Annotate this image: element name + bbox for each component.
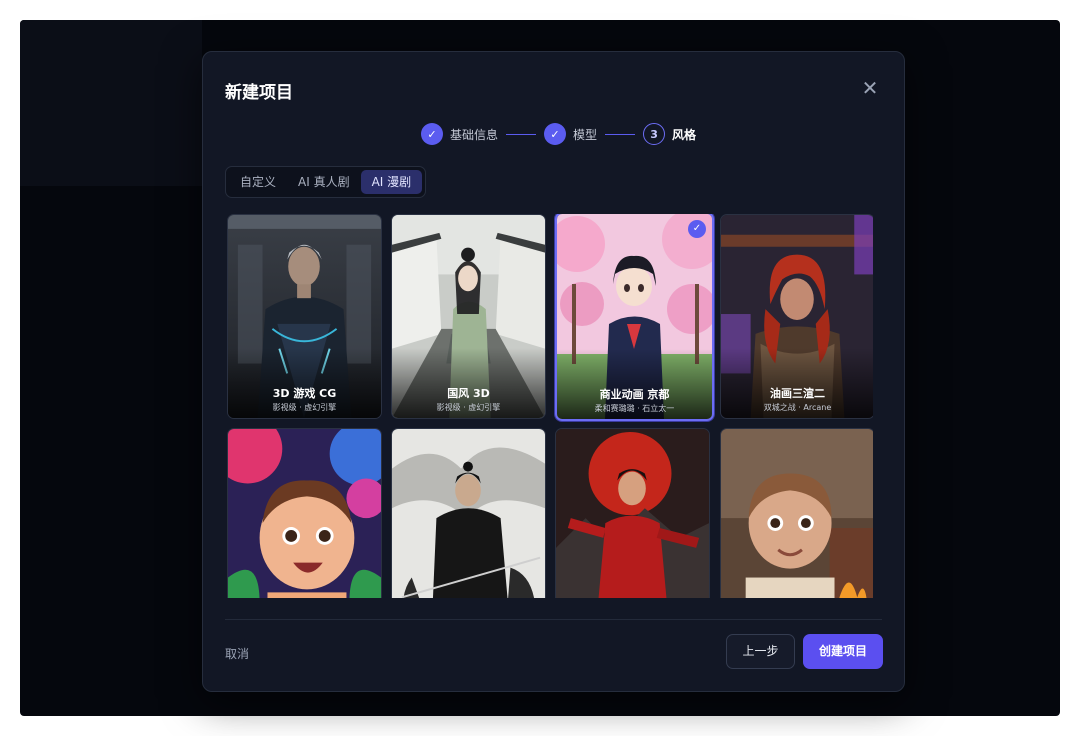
style-preview-image <box>721 429 873 598</box>
footer-divider <box>225 619 882 620</box>
create-project-button[interactable]: 创建项目 <box>803 634 883 669</box>
style-card-guofeng-3d[interactable]: 国风 3D 影视级 · 虚幻引擎 <box>391 214 546 419</box>
style-card-5[interactable] <box>227 428 382 598</box>
tab-ai-comic[interactable]: AI 漫剧 <box>360 170 423 194</box>
style-card-subtitle: 影视级 · 虚幻引擎 <box>272 403 337 412</box>
step-label: 模型 <box>573 127 598 142</box>
cancel-button[interactable]: 取消 <box>225 645 249 662</box>
style-card-7[interactable] <box>555 428 710 598</box>
style-preview-image <box>556 429 709 598</box>
step-check-icon: ✓ <box>544 123 567 145</box>
step-label: 风格 <box>672 127 697 142</box>
stepper: ✓ 基础信息 ✓ 模型 3 风格 <box>421 122 696 146</box>
style-grid: 3D 游戏 CG 影视级 · 虚幻引擎 国风 3D 影视级 · 虚幻引擎 ✓ 商… <box>227 214 873 598</box>
step-connector <box>506 133 537 135</box>
background-panel <box>20 20 202 186</box>
step-basic-info: ✓ 基础信息 <box>421 123 498 145</box>
step-connector <box>605 133 636 135</box>
step-label: 基础信息 <box>450 127 499 142</box>
close-icon[interactable]: ✕ <box>860 78 880 98</box>
dialog-title: 新建项目 <box>225 83 293 103</box>
style-preview-image <box>228 429 381 598</box>
step-style: 3 风格 <box>643 123 696 145</box>
style-card-title: 国风 3D <box>447 387 490 400</box>
style-card-subtitle: 柔和赛璐璐 · 石立太一 <box>594 404 675 413</box>
style-card-oil-painting-cel[interactable]: 油画三渲二 双城之战 · Arcane <box>720 214 873 419</box>
style-card-title: 3D 游戏 CG <box>272 387 337 400</box>
style-card-subtitle: 双城之战 · Arcane <box>763 403 832 412</box>
style-preview-image <box>392 429 545 598</box>
style-card-subtitle: 影视级 · 虚幻引擎 <box>436 403 501 412</box>
style-card-6[interactable] <box>391 428 546 598</box>
previous-step-button[interactable]: 上一步 <box>726 634 795 669</box>
category-tabs: 自定义 AI 真人剧 AI 漫剧 <box>225 166 427 198</box>
tab-ai-live-action[interactable]: AI 真人剧 <box>287 170 361 194</box>
style-card-8[interactable] <box>720 428 873 598</box>
style-card-title: 油画三渲二 <box>770 387 825 400</box>
step-number: 3 <box>643 123 666 145</box>
new-project-dialog: 新建项目 ✕ ✓ 基础信息 ✓ 模型 3 风格 自定义 AI 真人剧 AI 漫剧 <box>202 51 905 692</box>
selected-check-icon: ✓ <box>688 220 706 238</box>
style-card-kyoto-animation[interactable]: ✓ 商业动画 京都 柔和赛璐璐 · 石立太一 <box>555 214 714 421</box>
step-check-icon: ✓ <box>421 123 443 145</box>
tab-custom[interactable]: 自定义 <box>229 170 287 194</box>
style-card-3d-game-cg[interactable]: 3D 游戏 CG 影视级 · 虚幻引擎 <box>227 214 382 419</box>
style-card-title: 商业动画 京都 <box>599 388 670 401</box>
step-model: ✓ 模型 <box>544 123 597 145</box>
